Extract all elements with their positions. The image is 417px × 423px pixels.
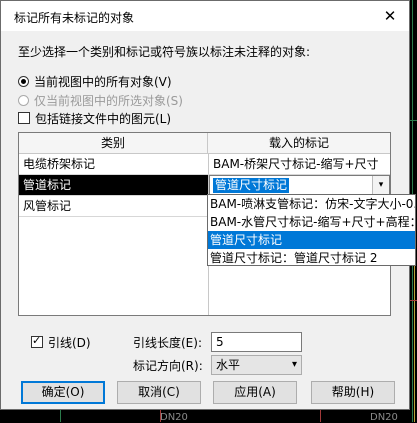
include-linked-checkbox[interactable]: 包括链接文件中的图元(L) [18,110,171,126]
leader-checkbox[interactable]: 引线(D) [31,334,91,350]
cad-line [410,120,417,121]
instruction-text: 至少选择一个类别和标记或符号族以标注未注释的对象: [18,45,311,59]
checkbox-icon[interactable] [18,112,30,124]
close-icon[interactable]: ✕ [379,5,401,27]
radio-all-objects[interactable]: 当前视图中的所有对象(V) [18,73,172,89]
leader-length-label: 引线长度(E): [133,336,202,350]
cad-line [60,410,61,422]
radio-label: 仅当前视图中的所选对象(S) [34,93,183,108]
column-header-loaded-tags[interactable]: 载入的标记 [208,133,390,153]
table-header: 类别 载入的标记 [19,133,390,154]
tag-orientation-select[interactable]: 水平 ▾ [211,355,302,375]
tag-dropdown-list[interactable]: BAM-喷淋支管标记：仿宋-文字大小-0. BAM-水管尺寸标记-缩写+尺寸+高… [207,194,416,266]
tag-orientation-label: 标记方向(R): [133,359,203,373]
cad-line [410,300,417,301]
leader-length-input[interactable]: 5 [211,332,302,352]
help-button[interactable]: 帮助(H) [311,381,395,404]
ok-button[interactable]: 确定(O) [21,381,105,404]
cad-line [414,260,415,422]
select-value: 水平 [216,358,241,372]
chevron-down-icon[interactable]: ▾ [372,176,389,194]
dropdown-option[interactable]: BAM-水管尺寸标记-缩写+尺寸+高程： [208,213,415,231]
apply-button[interactable]: 应用(A) [213,381,297,404]
dropdown-option[interactable]: BAM-喷淋支管标记：仿宋-文字大小-0. [208,195,415,213]
radio-selected-objects: 仅当前视图中的所选对象(S) [18,92,183,108]
dropdown-option-highlighted[interactable]: 管道尺寸标记 [208,231,415,249]
pipe-size-text: DN20 [370,412,398,423]
pipe-size-text: DN20 [160,412,188,423]
radio-icon [18,94,29,106]
dialog-title: 标记所有未标记的对象 [14,11,135,25]
checkbox-icon[interactable] [31,334,43,348]
combobox-value: 管道尺寸标记 [213,178,290,193]
category-cell[interactable]: 电缆桥架标记 [19,154,208,174]
table-row[interactable]: 电缆桥架标记 BAM-桥架尺寸标记-缩写+尺寸 [19,154,390,174]
category-cell[interactable]: 管道标记 [19,175,208,195]
category-cell[interactable]: 风管标记 [19,196,208,216]
radio-label: 当前视图中的所有对象(V) [34,74,172,89]
checkbox-label: 包括链接文件中的图元(L) [35,111,172,126]
cancel-button[interactable]: 取消(C) [117,381,201,404]
title-bar[interactable]: 标记所有未标记的对象 ✕ [1,1,409,31]
radio-icon[interactable] [18,75,29,87]
cad-line [320,410,321,422]
column-header-category[interactable]: 类别 [19,133,208,153]
tag-combobox[interactable]: 管道尺寸标记 ▾ [209,175,390,195]
tag-cell[interactable]: BAM-桥架尺寸标记-缩写+尺寸 [209,154,390,174]
chevron-down-icon: ▾ [291,359,297,370]
leader-label: 引线(D) [48,335,91,350]
dropdown-option[interactable]: 管道尺寸标记：管道尺寸标记 2 [208,249,415,267]
